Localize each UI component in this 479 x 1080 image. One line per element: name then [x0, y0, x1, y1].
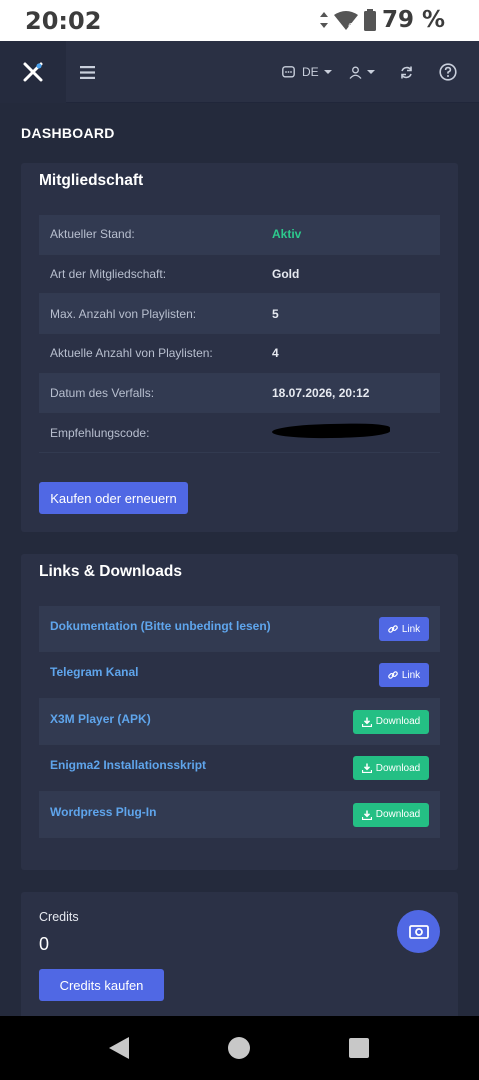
- membership-title: Mitgliedschaft: [39, 172, 144, 189]
- chain-link-icon: [387, 625, 398, 633]
- table-row: Aktuelle Anzahl von Playlisten: 4: [39, 334, 440, 374]
- download-button[interactable]: Download: [353, 709, 429, 734]
- download-button[interactable]: Download: [353, 802, 429, 827]
- money-icon: [408, 924, 429, 939]
- back-icon[interactable]: [108, 1036, 130, 1060]
- row-label: Art der Mitgliedschaft:: [50, 267, 167, 282]
- referral-code-value: [271, 423, 391, 441]
- wifi-icon: 6: [333, 11, 358, 30]
- app-logo[interactable]: [0, 41, 66, 103]
- row-label: Max. Anzahl von Playlisten:: [50, 306, 197, 321]
- menu-button[interactable]: [80, 41, 95, 103]
- list-item: Telegram Kanal Link: [39, 652, 440, 699]
- table-row: Max. Anzahl von Playlisten: 5: [39, 294, 440, 335]
- language-label: DE: [302, 65, 319, 79]
- user-icon: [349, 66, 362, 79]
- links-list: Dokumentation (Bitte unbedingt lesen) Li…: [39, 606, 440, 838]
- row-label: Aktueller Stand:: [50, 227, 135, 242]
- membership-type-value: Gold: [272, 267, 300, 282]
- x3m-player-link[interactable]: X3M Player (APK): [50, 712, 151, 726]
- redaction-mark: [271, 423, 391, 440]
- link-label: Link: [401, 623, 421, 635]
- table-row: Art der Mitgliedschaft: Gold: [39, 255, 440, 295]
- refresh-button[interactable]: [399, 41, 414, 103]
- list-item: Dokumentation (Bitte unbedingt lesen) Li…: [39, 606, 440, 653]
- status-time: 20:02: [25, 7, 102, 35]
- download-label: Download: [375, 716, 421, 728]
- list-item: Wordpress Plug-In Download: [39, 791, 440, 838]
- links-title: Links & Downloads: [39, 563, 182, 580]
- link-button[interactable]: Link: [379, 617, 429, 641]
- recents-icon[interactable]: [349, 1038, 369, 1058]
- system-nav-bar: [0, 1016, 479, 1080]
- link-label: Link: [401, 669, 421, 681]
- row-label: Aktuelle Anzahl von Playlisten:: [50, 346, 213, 361]
- download-icon: [361, 810, 372, 820]
- battery-percent: 79 %: [381, 7, 445, 33]
- top-navbar: DE: [0, 41, 479, 103]
- chevron-down-icon: [367, 70, 375, 74]
- page-title: DASHBOARD: [21, 125, 115, 141]
- buy-credits-button[interactable]: Credits kaufen: [39, 969, 164, 1001]
- documentation-link[interactable]: Dokumentation (Bitte unbedingt lesen): [50, 619, 271, 633]
- list-item: Enigma2 Installationsskript Download: [39, 745, 440, 792]
- refresh-icon: [401, 66, 412, 78]
- membership-table: Aktueller Stand: Aktiv Art der Mitglieds…: [39, 215, 440, 454]
- user-dropdown[interactable]: [349, 41, 375, 103]
- table-row: Aktueller Stand: Aktiv: [39, 215, 440, 255]
- chain-link-icon: [387, 671, 398, 680]
- download-label: Download: [375, 762, 421, 774]
- list-item: X3M Player (APK) Download: [39, 698, 440, 746]
- data-arrows-icon: [319, 12, 328, 28]
- status-value: Aktiv: [272, 227, 302, 242]
- network-badge: 6: [348, 22, 353, 30]
- current-playlists-value: 4: [272, 346, 279, 361]
- row-label: Empfehlungscode:: [50, 425, 150, 440]
- telegram-link[interactable]: Telegram Kanal: [50, 665, 138, 679]
- enigma2-script-link[interactable]: Enigma2 Installationsskript: [50, 758, 206, 772]
- credits-icon-badge: [397, 910, 440, 953]
- download-label: Download: [375, 809, 421, 821]
- status-bar: 20:02 6 79 %: [0, 0, 479, 41]
- help-icon: [439, 63, 457, 81]
- table-row: Empfehlungscode:: [39, 413, 440, 454]
- language-dropdown[interactable]: DE: [282, 41, 332, 103]
- credits-label: Credits: [39, 910, 79, 924]
- menu-icon: [80, 65, 95, 79]
- chat-icon: [282, 65, 295, 78]
- credits-card: Credits 0 Credits kaufen: [21, 892, 458, 1016]
- membership-card: Mitgliedschaft Aktueller Stand: Aktiv Ar…: [21, 163, 458, 532]
- buy-or-renew-button[interactable]: Kaufen oder erneuern: [39, 482, 188, 514]
- download-icon: [361, 763, 372, 774]
- expiry-date-value: 18.07.2026, 20:12: [272, 386, 370, 401]
- table-row: Datum des Verfalls: 18.07.2026, 20:12: [39, 373, 440, 414]
- download-icon: [361, 717, 372, 727]
- links-downloads-card: Links & Downloads Dokumentation (Bitte u…: [21, 554, 458, 870]
- row-label: Datum des Verfalls:: [50, 386, 155, 401]
- max-playlists-value: 5: [272, 306, 279, 321]
- chevron-down-icon: [323, 70, 332, 74]
- help-button[interactable]: [439, 41, 457, 103]
- credits-value: 0: [39, 934, 50, 954]
- home-icon[interactable]: [228, 1037, 250, 1059]
- status-icons: 6 79 %: [319, 7, 445, 33]
- battery-icon: [363, 9, 376, 31]
- wordpress-plugin-link[interactable]: Wordpress Plug-In: [50, 805, 156, 819]
- app-logo-icon: [23, 62, 43, 82]
- download-button[interactable]: Download: [353, 756, 429, 781]
- link-button[interactable]: Link: [379, 663, 429, 688]
